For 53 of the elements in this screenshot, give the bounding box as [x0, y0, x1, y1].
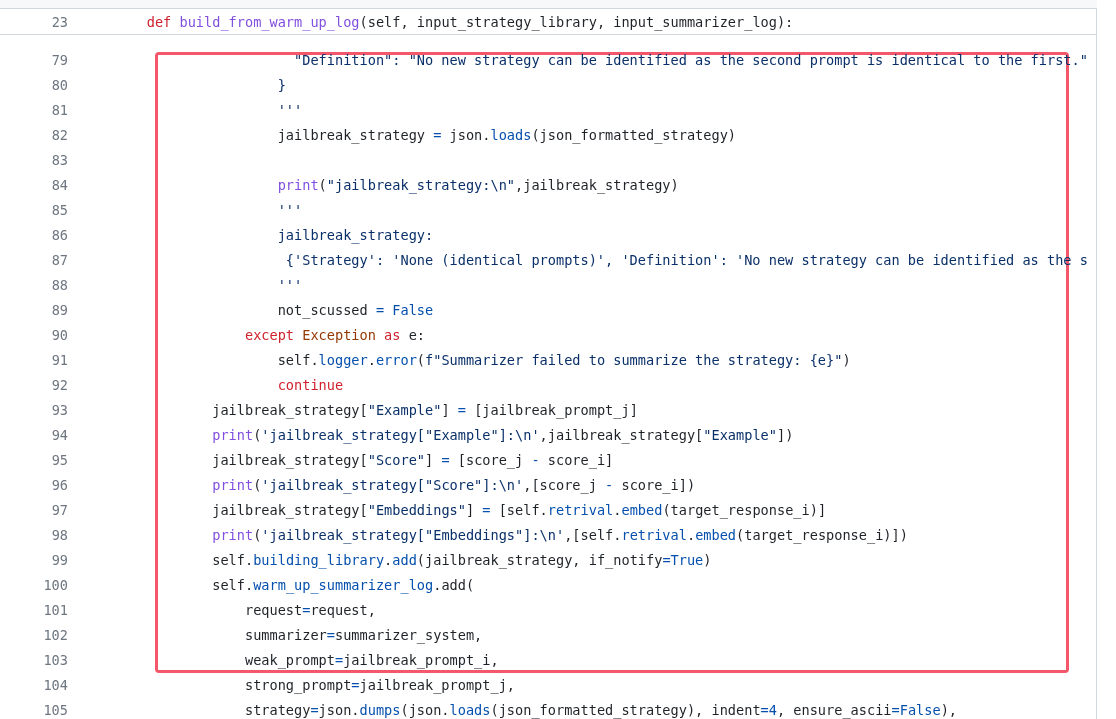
code-line: } — [276, 77, 286, 93]
line-number: 95 — [50, 452, 68, 468]
line-number: 84 — [50, 177, 68, 193]
line-number: 87 — [50, 252, 68, 268]
line-number: 97 — [50, 502, 68, 518]
line-number: 103 — [42, 652, 68, 668]
line-number: 100 — [42, 577, 68, 593]
line-number: 88 — [50, 277, 68, 293]
code-line: jailbreak_strategy["Embeddings"] = [self.retrival.embed(target_response_i)] — [211, 502, 827, 518]
line-number: 93 — [50, 402, 68, 418]
line-number: 99 — [50, 552, 68, 568]
line-number: 90 — [50, 327, 68, 343]
code-line: jailbreak_strategy: — [276, 227, 434, 243]
code-line: not_scussed = False — [276, 302, 434, 318]
line-number: 79 — [50, 52, 68, 68]
code-line: self.warm_up_summarizer_log.add( — [211, 577, 475, 593]
code-line: print('jailbreak_strategy["Example"]:\n',jailbreak_strategy["Example"]) — [211, 427, 794, 443]
code-line: jailbreak_strategy["Example"] = [jailbreak_prompt_j] — [211, 402, 638, 418]
code-line: jailbreak_strategy = json.loads(json_formatted_strategy) — [276, 127, 736, 143]
code-line: weak_prompt=jailbreak_prompt_i, — [243, 652, 499, 668]
code-line: strategy=json.dumps(json.loads(json_formatted_strategy), indent=4, ensure_ascii=False), — [243, 702, 957, 718]
line-number: 89 — [50, 302, 68, 318]
line-number: 105 — [42, 702, 68, 718]
line-number: 102 — [42, 627, 68, 643]
line-number: 85 — [50, 202, 68, 218]
code-line: continue — [276, 377, 344, 393]
line-number: 96 — [50, 477, 68, 493]
line-number: 81 — [50, 102, 68, 118]
line-number: 83 — [50, 152, 68, 168]
line-number: 80 — [50, 77, 68, 93]
code-line: self.logger.error(f"Summarizer failed to summarize the strategy: {e}") — [276, 352, 851, 368]
code-line: self.building_library.add(jailbreak_strategy, if_notify=True) — [211, 552, 712, 568]
code-line: request=request, — [243, 602, 376, 618]
code-line: summarizer=summarizer_system, — [243, 627, 483, 643]
line-number: 101 — [42, 602, 68, 618]
code-line: strong_prompt=jailbreak_prompt_j, — [243, 677, 516, 693]
code-line: def build_from_warm_up_log(self, input_strategy_library, input_summarizer_log): — [145, 13, 794, 30]
code-line: ''' — [276, 202, 303, 218]
line-number: 98 — [50, 527, 68, 543]
code-line: print('jailbreak_strategy["Score"]:\n',[score_j - score_i]) — [211, 477, 696, 493]
line-number: 23 — [50, 13, 68, 30]
line-number: 82 — [50, 127, 68, 143]
code-line: except Exception as e: — [243, 327, 426, 343]
line-number: 86 — [50, 227, 68, 243]
code-line: print("jailbreak_strategy:\n",jailbreak_strategy) — [276, 177, 679, 193]
line-number: 104 — [42, 677, 68, 693]
code-line: ''' — [276, 277, 303, 293]
line-number: 91 — [50, 352, 68, 368]
line-number: 94 — [50, 427, 68, 443]
line-number: 92 — [50, 377, 68, 393]
code-line: jailbreak_strategy["Score"] = [score_j - score_i] — [211, 452, 614, 468]
code-line: print('jailbreak_strategy["Embeddings"]:\n',[self.retrival.embed(target_response_i)]) — [211, 527, 908, 543]
code-line: ''' — [276, 102, 303, 118]
